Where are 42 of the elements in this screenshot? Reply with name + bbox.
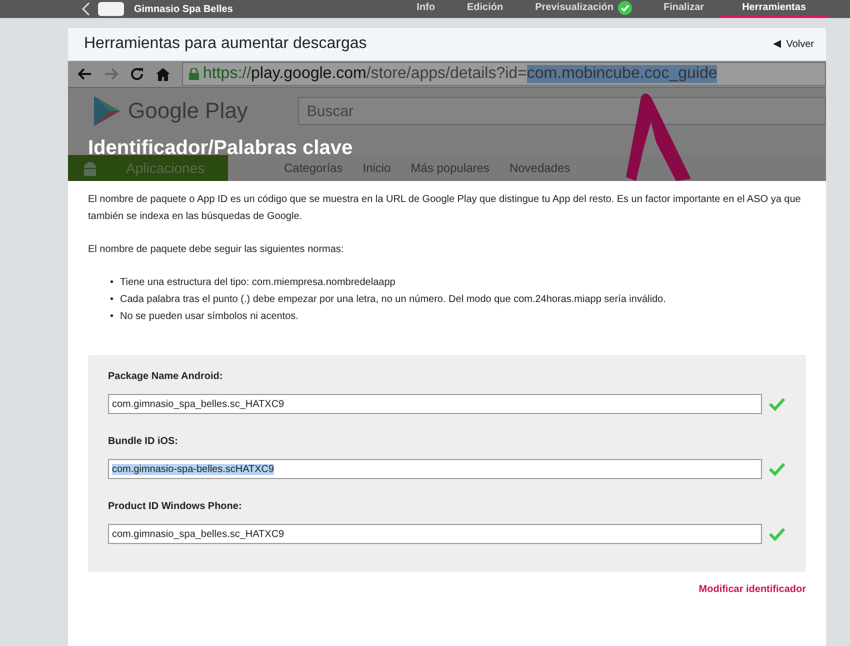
app-name: Gimnasio Spa Belles	[134, 4, 233, 14]
input-field[interactable]: com.gimnasio_spa_belles.sc_HATXC9	[108, 394, 762, 414]
rule-item: Cada palabra tras el punto (.) debe empezar por una letra, no un número. Del modo que com.24horas.miapp sería inválido.	[120, 293, 666, 307]
rule-item: No se pueden usar símbolos ni acentos.	[120, 310, 298, 324]
bullet: •	[110, 276, 115, 290]
lock-icon	[189, 68, 199, 80]
field-value: com.gimnasio_spa_belles.sc_HATXC9	[112, 528, 284, 540]
rule-item: Tiene una estructura del tipo: com.miempresa.nombredelaapp	[120, 276, 396, 290]
back-arrow-icon	[78, 68, 92, 80]
home-icon	[156, 68, 170, 80]
nav-tab[interactable]: Herramientas	[720, 0, 828, 18]
modify-identifier-link[interactable]: Modificar identificador	[698, 584, 806, 595]
back-icon[interactable]	[82, 2, 90, 16]
nav-tab[interactable]: Finalizar	[648, 0, 720, 18]
reload-icon	[130, 67, 144, 81]
card-title: Herramientas para aumentar descargas	[84, 35, 367, 53]
url-scheme: https://	[203, 65, 252, 83]
field-value: com.gimnasio_spa_belles.sc_HATXC9	[112, 398, 284, 410]
app-logo-icon	[98, 2, 124, 16]
nav-tab[interactable]: Edición	[451, 0, 520, 18]
input-field[interactable]: com.gimnasio_spa_belles.sc_HATXC9	[108, 524, 762, 544]
back-arrow-icon	[773, 40, 782, 48]
nav-tab[interactable]: Previsualización	[519, 0, 648, 18]
field-label: Bundle ID iOS:	[108, 436, 179, 447]
category-label: Aplicaciones	[126, 160, 205, 176]
forward-arrow-icon	[104, 68, 118, 80]
store-name: Google Play	[128, 98, 248, 124]
field-value: com.gimnasio-spa-belles.scHATXC9	[112, 464, 274, 474]
nav-tab[interactable]: Info	[400, 0, 451, 18]
field-label: Package Name Android:	[108, 371, 224, 382]
rules-intro: El nombre de paquete debe seguir las siguientes normas:	[88, 243, 345, 257]
input-field[interactable]: com.gimnasio-spa-belles.scHATXC9	[108, 459, 762, 479]
url-selected-text: com.mobincube.coc_guide	[526, 65, 718, 83]
back-link[interactable]: Volver	[786, 38, 814, 50]
field-label: Product ID Windows Phone:	[108, 501, 243, 512]
bullet: •	[110, 293, 115, 307]
url-path: /store/apps/details?id=	[366, 65, 527, 83]
play-triangle-icon	[94, 96, 120, 126]
banner-title: Identificador/Palabras clave	[88, 137, 353, 160]
bullet: •	[110, 310, 115, 324]
url-host: play.google.com	[251, 65, 366, 83]
intro-paragraph: El nombre de paquete o App ID es un código que se muestra en la URL de Google Play que distingue tu App del resto. Es un factor importante en el ASO ya que también se indexa en las búsquedas de Google.	[88, 193, 802, 224]
